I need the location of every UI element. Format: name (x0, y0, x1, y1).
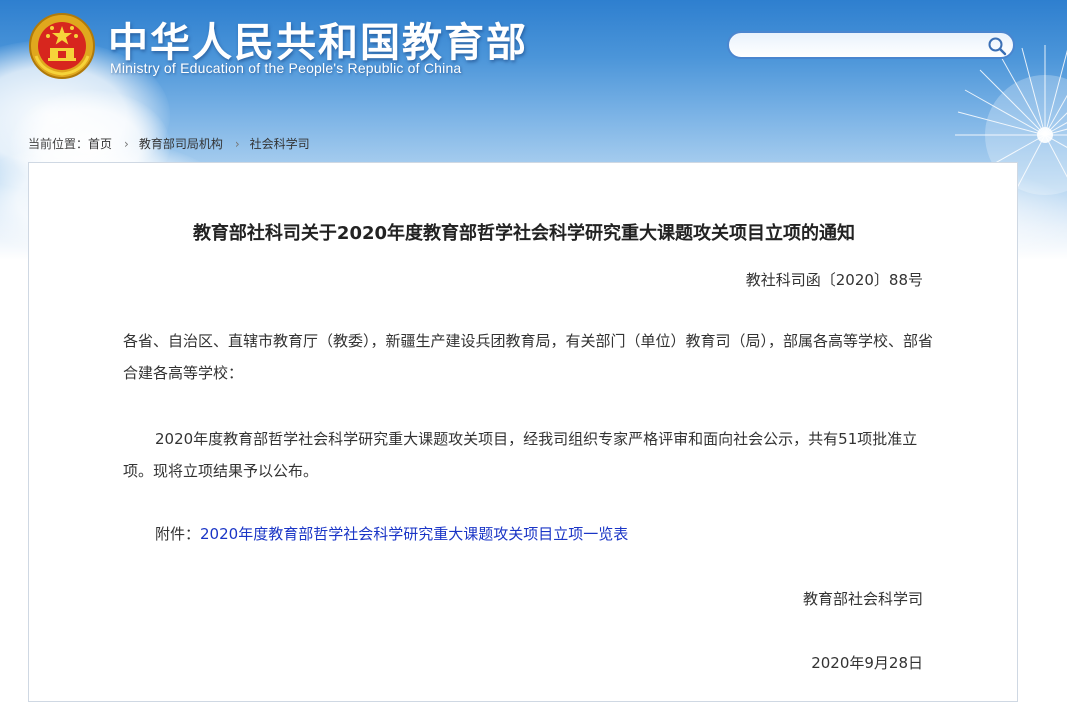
national-emblem-icon[interactable] (28, 12, 96, 80)
breadcrumb-separator: › (234, 137, 240, 151)
search-input[interactable] (743, 35, 987, 57)
breadcrumb-item-home[interactable]: 首页 (88, 137, 112, 151)
breadcrumb-separator: › (124, 137, 129, 151)
signature-date: 2020年9月28日 (811, 654, 923, 672)
article-container: 教育部社科司关于2020年度教育部哲学社会科学研究重大课题攻关项目立项的通知 教… (28, 162, 1018, 702)
breadcrumb-item-departments[interactable]: 教育部司局机构 (139, 137, 223, 151)
body-paragraph: 2020年度教育部哲学社会科学研究重大课题攻关项目，经我司组织专家严格评审和面向… (123, 430, 918, 480)
breadcrumb: 当前位置：首页 › 教育部司局机构 › 社会科学司 (28, 135, 310, 152)
signature-organization: 教育部社会科学司 (802, 590, 923, 608)
article-title: 教育部社科司关于2020年度教育部哲学社会科学研究重大课题攻关项目立项的通知 (192, 223, 856, 244)
attachment-link[interactable]: 2020年度教育部哲学社会科学研究重大课题攻关项目立项一览表 (200, 525, 628, 543)
search-box (727, 31, 1015, 59)
site-subtitle: Ministry of Education of the People's Re… (110, 60, 462, 76)
attachment-line: 附件：2020年度教育部哲学社会科学研究重大课题攻关项目立项一览表 (123, 518, 965, 550)
search-icon[interactable] (987, 36, 1007, 56)
attachment-label: 附件： (155, 525, 201, 543)
addressee-paragraph: 各省、自治区、直辖市教育厅（教委），新疆生产建设兵团教育局，有关部门（单位）教育… (123, 332, 934, 382)
document-number: 教社科司函〔2020〕88号 (745, 271, 923, 289)
breadcrumb-item-social-sciences[interactable]: 社会科学司 (250, 137, 310, 151)
breadcrumb-prefix: 当前位置： (28, 137, 89, 151)
